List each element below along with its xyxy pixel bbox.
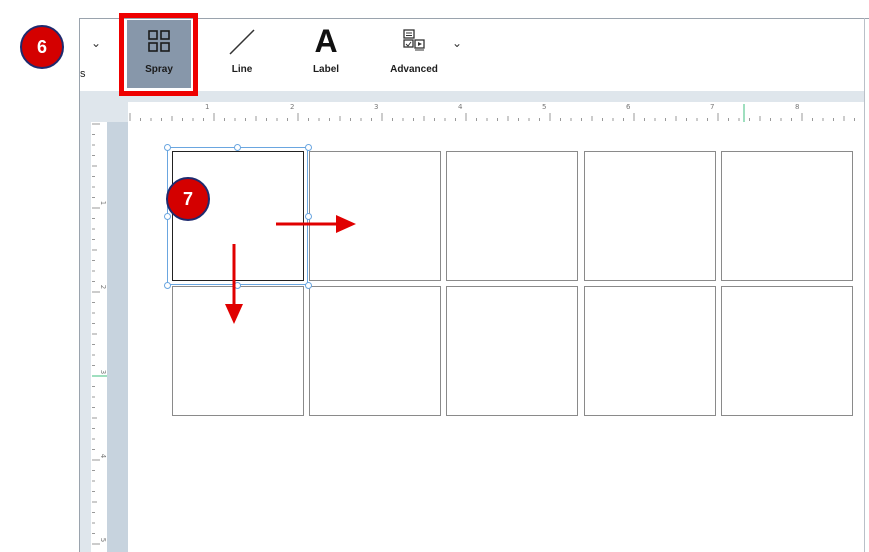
step-badge-6: 6 [20,25,64,69]
arrow-right-head [336,215,356,233]
step-badge-7: 7 [166,177,210,221]
spray-highlight-box [119,13,198,96]
arrow-down-head [225,304,243,324]
